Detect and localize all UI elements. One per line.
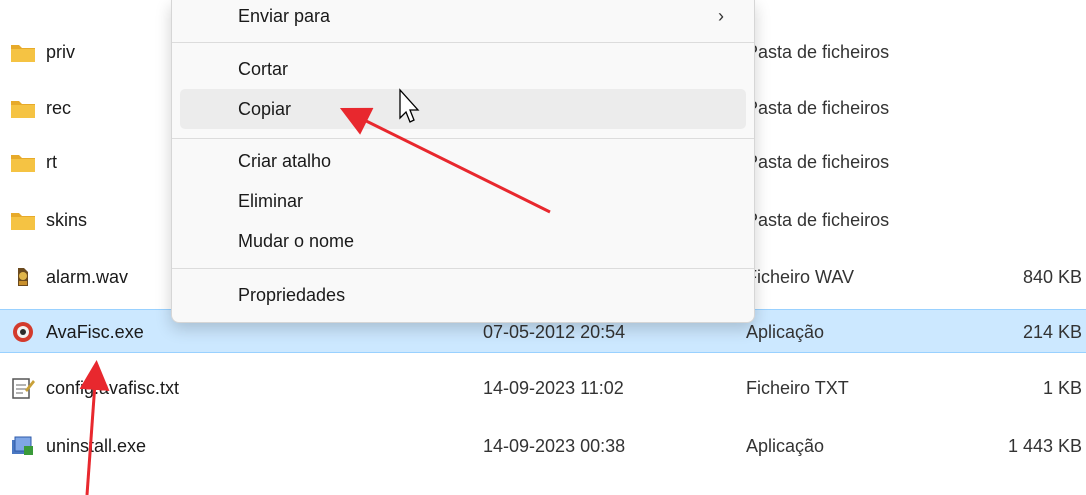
file-name: uninstall.exe [46,436,147,456]
app-icon [13,322,33,342]
audio-file-icon [18,268,28,286]
menu-item-rename[interactable]: Mudar o nome [180,221,746,261]
menu-item-label: Enviar para [238,6,331,26]
file-name: rt [46,152,57,172]
file-row[interactable]: config.avafisc.txt 14-09-2023 11:02 Fich… [0,366,1086,410]
folder-icon [11,155,35,172]
file-type: Pasta de ficheiros [746,98,890,118]
folder-icon [11,101,35,118]
file-name: AvaFisc.exe [46,322,144,342]
file-type: Pasta de ficheiros [746,152,890,172]
uninstall-icon [12,436,33,455]
file-name: alarm.wav [46,267,129,287]
file-type: Pasta de ficheiros [746,42,890,62]
menu-item-label: Eliminar [238,191,304,211]
menu-separator [172,42,754,43]
file-row[interactable]: uninstall.exe 14-09-2023 00:38 Aplicação… [0,424,1086,468]
file-size: 1 443 KB [1007,436,1082,456]
chevron-right-icon: › [718,6,724,26]
menu-item-label: Mudar o nome [238,231,355,251]
file-size: 214 KB [1022,322,1082,342]
context-menu: Enviar para › Cortar Copiar Criar atalho… [171,0,755,323]
file-type: Aplicação [746,436,825,456]
menu-item-delete[interactable]: Eliminar [180,181,746,221]
file-type: Ficheiro TXT [746,378,849,398]
file-size: 840 KB [1022,267,1082,287]
menu-item-label: Criar atalho [238,151,332,171]
file-name: rec [46,98,72,118]
menu-item-properties[interactable]: Propriedades [180,275,746,315]
folder-icon [11,45,35,62]
menu-item-label: Cortar [238,59,289,79]
file-name: config.avafisc.txt [46,378,180,398]
file-date: 14-09-2023 11:02 [483,378,624,398]
menu-item-copy[interactable]: Copiar [180,89,746,129]
file-type: Ficheiro WAV [746,267,855,287]
file-type: Aplicação [746,322,825,342]
menu-item-cut[interactable]: Cortar [180,49,746,89]
file-type: Pasta de ficheiros [746,210,890,230]
folder-icon [11,213,35,230]
menu-item-label: Copiar [238,99,292,119]
menu-item-label: Propriedades [238,285,346,305]
menu-item-send-to[interactable]: Enviar para › [180,0,746,36]
file-name: skins [46,210,88,230]
file-size: 1 KB [1042,378,1082,398]
menu-item-create-shortcut[interactable]: Criar atalho [180,141,746,181]
menu-separator [172,268,754,269]
text-file-icon [12,378,35,399]
menu-separator [172,138,754,139]
file-date: 14-09-2023 00:38 [483,436,626,456]
file-name: priv [46,42,76,62]
